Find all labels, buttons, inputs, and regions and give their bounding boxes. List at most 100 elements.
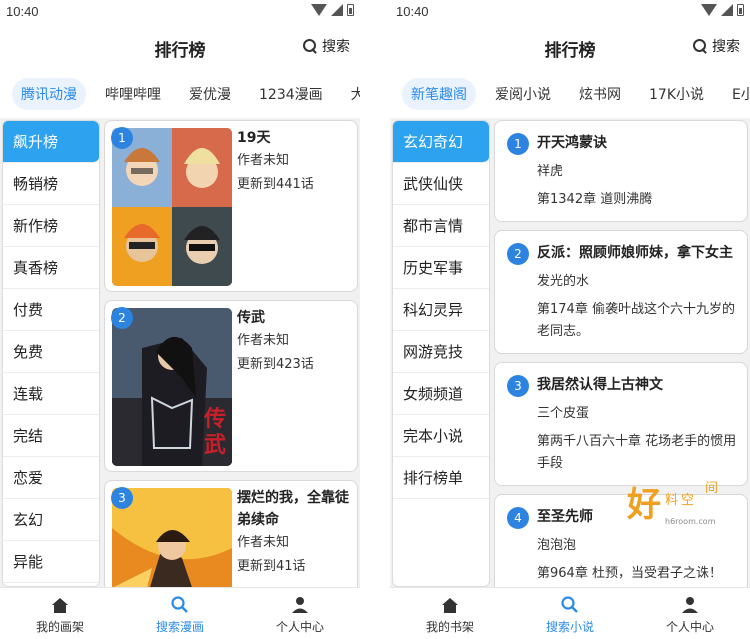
sidebar-item-finished[interactable]: 完结 [3, 415, 99, 457]
source-tabs: 腾讯动漫 哔哩哔哩 爱优漫 1234漫画 大树 [0, 72, 360, 116]
sidebar-item-rising[interactable]: 飙升榜 [3, 121, 99, 163]
nav-label: 我的书架 [425, 620, 474, 634]
signal-icon [721, 4, 733, 16]
item-author: 作者未知 [237, 535, 290, 550]
nav-search[interactable]: 搜索小说 [510, 588, 630, 639]
sidebar-item-gaming[interactable]: 网游竞技 [393, 331, 489, 373]
nav-bookshelf[interactable]: 我的书架 [390, 588, 510, 639]
item-info: 19天 作者未知 更新到441话 [237, 127, 353, 197]
tab-xuanshu[interactable]: 炫书网 [570, 78, 630, 110]
nav-profile[interactable]: 个人中心 [630, 588, 750, 639]
person-icon [682, 597, 698, 613]
list-item[interactable]: 3 摆烂的我，全靠徒弟续命 作者未知 更新到41话 [104, 480, 358, 587]
battery-icon [347, 4, 354, 16]
svg-text:料: 料 [665, 493, 678, 508]
wifi-icon [701, 4, 717, 16]
list-item[interactable]: 传 武 2 传武 作者未知 更新到423话 [104, 300, 358, 472]
search-button[interactable]: 搜索 [693, 36, 740, 56]
novel-ranking-screen: 10:40 排行榜 搜索 新笔趣阁 爱阅小说 炫书网 17K小说 E小说 玄幻奇… [390, 0, 750, 639]
sidebar-item-female[interactable]: 女频频道 [393, 373, 489, 415]
sidebar-item-romance[interactable]: 恋爱 [3, 457, 99, 499]
sidebar-item-history[interactable]: 历史军事 [393, 247, 489, 289]
tab-dashu[interactable]: 大树 [342, 78, 360, 110]
status-icons [701, 4, 744, 16]
tab-tencent-comic[interactable]: 腾讯动漫 [12, 78, 86, 110]
nav-search[interactable]: 搜索漫画 [120, 588, 240, 639]
item-chapter: 第两千八百六十章 花场老手的惯用手段 [537, 434, 737, 471]
sidebar-item-paid[interactable]: 付费 [3, 289, 99, 331]
item-author: 祥虎 [537, 164, 564, 179]
list-item[interactable]: 2 反派：照顾师娘师妹，拿下女主我无敌了 发光的水 第174章 偷袭叶战这个六十… [494, 230, 748, 354]
sidebar-item-scifi[interactable]: 科幻灵异 [393, 289, 489, 331]
list-item[interactable]: 1 19天 作者未知 更新到441话 [104, 120, 358, 292]
tab-aiyouman[interactable]: 爱优漫 [180, 78, 240, 110]
item-title: 开天鸿蒙诀 [537, 135, 607, 151]
sidebar-item-fantasy[interactable]: 玄幻 [3, 499, 99, 541]
sidebar-item-serial[interactable]: 连载 [3, 373, 99, 415]
sidebar-item-popular[interactable]: 真香榜 [3, 247, 99, 289]
app-header: 排行榜 搜索 [0, 30, 360, 66]
item-update: 更新到441话 [237, 177, 314, 192]
comic-cover: 传 武 [112, 308, 232, 466]
search-button[interactable]: 搜索 [303, 36, 350, 56]
nav-profile[interactable]: 个人中心 [240, 588, 360, 639]
rank-badge: 3 [507, 375, 529, 397]
rank-badge: 1 [507, 133, 529, 155]
item-title: 传武 [237, 310, 265, 326]
tab-1234-comic[interactable]: 1234漫画 [250, 78, 332, 110]
item-chapter: 第964章 杜预，当受君子之诛！ [537, 566, 722, 581]
list-item[interactable]: 3 我居然认得上古神文 三个皮蛋 第两千八百六十章 花场老手的惯用手段 [494, 362, 748, 486]
rank-badge: 2 [111, 307, 133, 329]
item-author: 作者未知 [237, 153, 290, 168]
sidebar-item-superpower[interactable]: 异能 [3, 541, 99, 583]
tab-aiyue[interactable]: 爱阅小说 [486, 78, 560, 110]
category-sidebar: 玄幻奇幻 武侠仙侠 都市言情 历史军事 科幻灵异 网游竞技 女频频道 完本小说 … [392, 120, 490, 587]
comic-list: 1 19天 作者未知 更新到441话 传 武 2 传武 作者未知 更新到423话… [104, 120, 358, 587]
item-chapter: 第1342章 道则沸腾 [537, 192, 653, 207]
sidebar-item-wuxia[interactable]: 武侠仙侠 [393, 163, 489, 205]
svg-text:间: 间 [705, 481, 718, 496]
status-icons [311, 4, 354, 16]
bottom-nav: 我的画架 搜索漫画 个人中心 [0, 587, 360, 639]
source-tabs: 新笔趣阁 爱阅小说 炫书网 17K小说 E小说 [390, 72, 750, 116]
status-bar: 10:40 [0, 0, 360, 24]
sidebar-item-new[interactable]: 新作榜 [3, 205, 99, 247]
battery-icon [737, 4, 744, 16]
wifi-icon [311, 4, 327, 16]
item-info: 传武 作者未知 更新到423话 [237, 307, 353, 377]
sidebar-item-fantasy[interactable]: 玄幻奇幻 [393, 121, 489, 163]
tab-xinbiquge[interactable]: 新笔趣阁 [402, 78, 476, 110]
comic-ranking-screen: 10:40 排行榜 搜索 腾讯动漫 哔哩哔哩 爱优漫 1234漫画 大树 飙升榜… [0, 0, 360, 639]
rank-badge: 3 [111, 487, 133, 509]
item-title: 19天 [237, 130, 271, 146]
nav-label: 个人中心 [665, 620, 714, 634]
status-bar: 10:40 [390, 0, 750, 24]
rank-badge: 1 [111, 127, 133, 149]
svg-text:空: 空 [681, 493, 694, 508]
item-title: 摆烂的我，全靠徒弟续命 [237, 490, 349, 528]
tab-e-novel[interactable]: E小说 [723, 78, 750, 110]
sidebar-item-free[interactable]: 免费 [3, 331, 99, 373]
bookshelf-icon [442, 598, 458, 613]
list-item[interactable]: 1 开天鸿蒙诀 祥虎 第1342章 道则沸腾 [494, 120, 748, 222]
nav-bookshelf[interactable]: 我的画架 [0, 588, 120, 639]
watermark-logo: 好 料 空 间 h6room.com [626, 481, 718, 526]
main-content: 飙升榜 畅销榜 新作榜 真香榜 付费 免费 连载 完结 恋爱 玄幻 异能 1 1… [0, 118, 360, 587]
nav-label: 搜索小说 [545, 620, 594, 634]
tab-bilibili[interactable]: 哔哩哔哩 [96, 78, 170, 110]
item-author: 泡泡泡 [537, 538, 577, 553]
comic-cover [112, 128, 232, 286]
item-update: 更新到423话 [237, 357, 314, 372]
sidebar-item-urban[interactable]: 都市言情 [393, 205, 489, 247]
search-icon [303, 38, 318, 54]
tab-17k[interactable]: 17K小说 [640, 78, 713, 110]
rank-badge: 4 [507, 507, 529, 529]
svg-text:好: 好 [626, 485, 661, 525]
svg-text:h6room.com: h6room.com [665, 517, 716, 526]
sidebar-item-bestselling[interactable]: 畅销榜 [3, 163, 99, 205]
search-icon [693, 38, 708, 54]
sidebar-item-charts[interactable]: 排行榜单 [393, 457, 489, 499]
status-time: 10:40 [396, 4, 429, 19]
nav-label: 个人中心 [275, 620, 324, 634]
sidebar-item-complete[interactable]: 完本小说 [393, 415, 489, 457]
